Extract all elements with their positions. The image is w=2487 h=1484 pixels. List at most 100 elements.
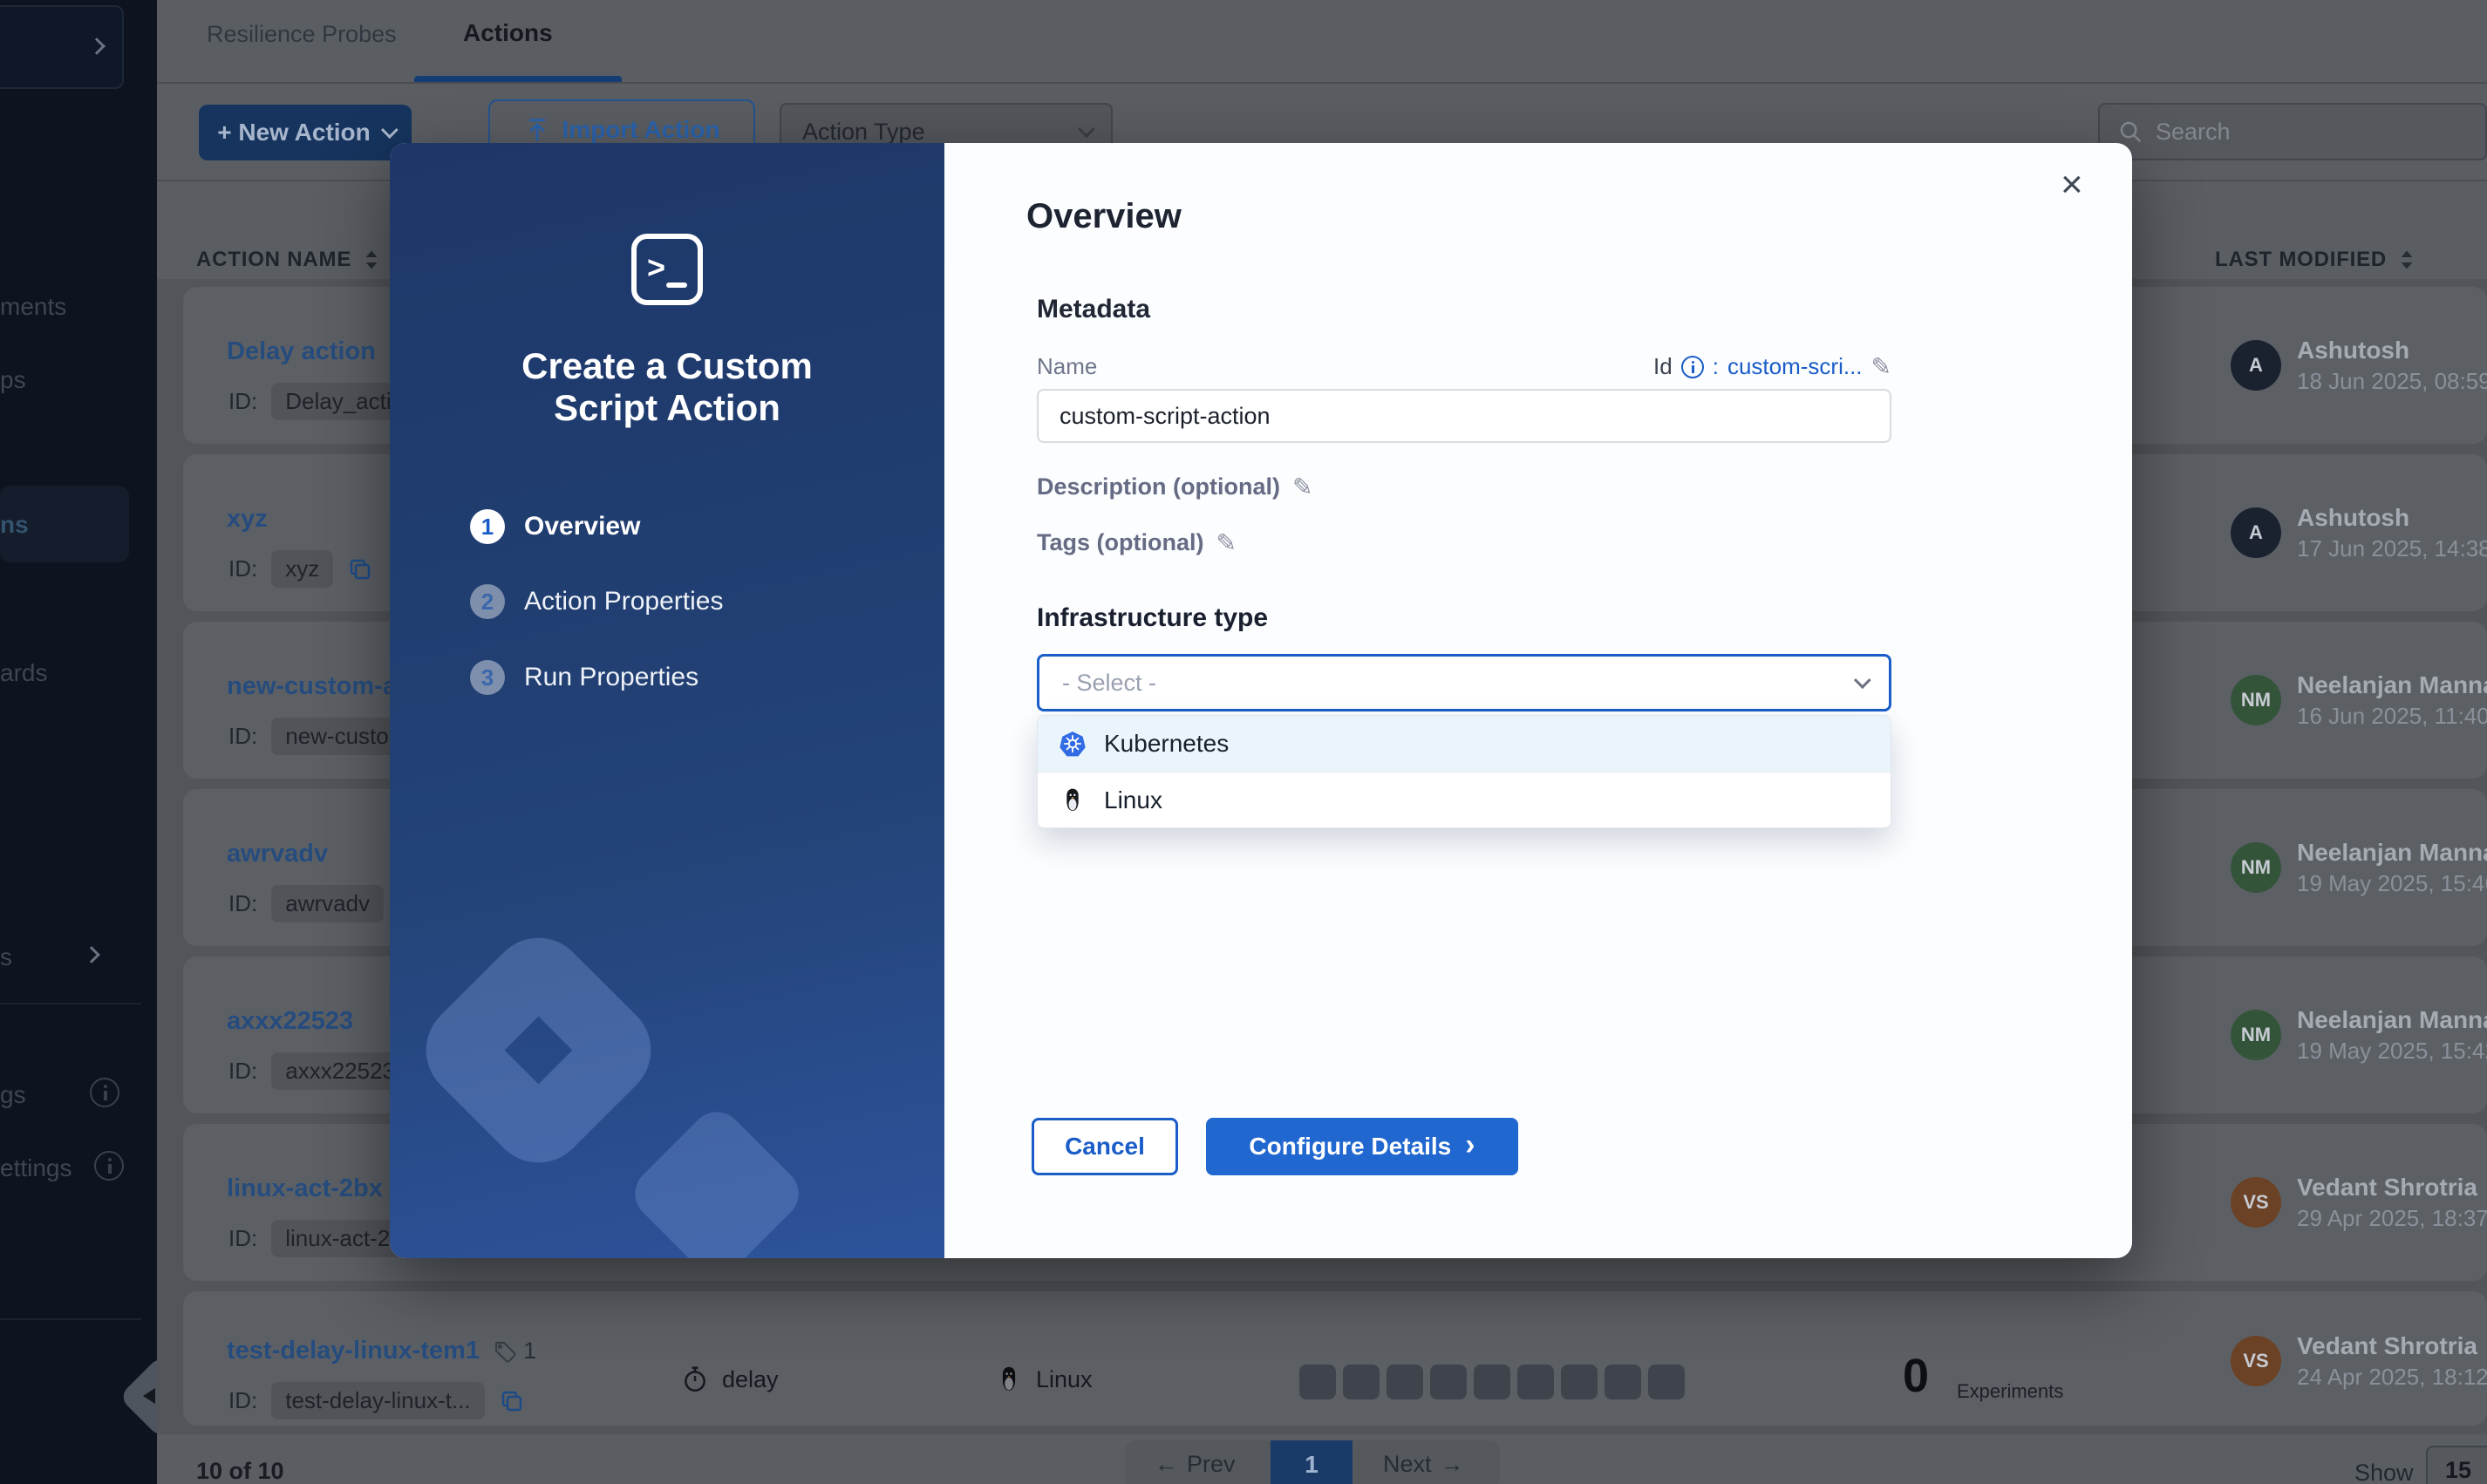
sidebar-item-flags[interactable]: gs [0, 1081, 26, 1109]
option-linux[interactable]: Linux [1038, 772, 1891, 827]
modified-date: 19 May 2025, 15:42 [2297, 1038, 2487, 1065]
action-name-link[interactable]: xyz [227, 505, 268, 534]
action-name-link[interactable]: linux-act-2bx [227, 1174, 383, 1203]
avatar: VS [2231, 1336, 2281, 1386]
search-box [2098, 103, 2487, 160]
id-value-link[interactable]: custom-scri... [1727, 353, 1863, 380]
id-pill: xyz [271, 550, 333, 588]
last-modified-cell: VS Vedant Shrotria 29 Apr 2025, 18:37 [2231, 1167, 2487, 1237]
edit-tags-pencil-icon[interactable]: ✎ [1216, 528, 1236, 557]
new-action-button[interactable]: + New Action [199, 105, 412, 160]
sort-icon[interactable] [364, 249, 379, 270]
description-label: Description (optional) [1037, 473, 1280, 500]
close-icon[interactable]: × [2061, 166, 2083, 204]
tag-count: 1 [492, 1338, 536, 1365]
chevron-right-icon [83, 946, 100, 963]
copy-icon[interactable] [347, 556, 373, 582]
id-label: Id [1653, 353, 1673, 380]
column-header-action-name[interactable]: ACTION NAME [196, 248, 379, 272]
action-name-link[interactable]: axxx22523 [227, 1007, 353, 1036]
experiments-label: Experiments [1957, 1380, 2063, 1403]
last-modified-cell: A Ashutosh 17 Jun 2025, 14:38 [2231, 498, 2487, 568]
author-name: Vedant Shrotria [2297, 1174, 2487, 1201]
search-icon [2117, 119, 2143, 145]
id-pill: axxx22523 [271, 1052, 409, 1090]
id-separator: : [1713, 353, 1719, 380]
action-name-link[interactable]: awrvadv [227, 840, 328, 868]
avatar: NM [2231, 1010, 2281, 1060]
chevron-down-icon [381, 121, 399, 139]
page-size-select[interactable]: 15 [2426, 1446, 2487, 1484]
last-modified-cell: NM Neelanjan Manna 19 May 2025, 15:46 [2231, 833, 2487, 902]
step-overview[interactable]: 1 Overview [470, 509, 640, 544]
id-pill: awrvadv [271, 885, 384, 922]
author-name: Ashutosh [2297, 337, 2487, 364]
id-label: ID: [228, 555, 257, 582]
table-row[interactable]: test-delay-linux-tem1 1 ID:test-delay-li… [183, 1291, 2487, 1426]
info-icon[interactable] [1681, 356, 1704, 378]
action-name-link[interactable]: Delay action [227, 337, 376, 366]
infrastructure-type-select[interactable]: - Select - [1037, 654, 1891, 711]
action-name-link[interactable]: new-custom-a [227, 672, 397, 701]
sidebar-item-settings[interactable]: ettings [0, 1154, 72, 1182]
new-action-label: + New Action [217, 119, 371, 146]
pagination: ← Prev 1 Next → [1125, 1440, 1500, 1484]
sidebar-item-hubs[interactable]: ps [0, 366, 26, 394]
sidebar-item-actions-label[interactable]: ns [0, 511, 29, 539]
action-name-input[interactable] [1037, 389, 1891, 443]
search-input[interactable] [2156, 119, 2435, 146]
modified-date: 17 Jun 2025, 14:38 [2297, 535, 2487, 562]
sidebar-item-dashboards[interactable]: ards [0, 659, 47, 687]
next-page-button[interactable]: Next → [1383, 1451, 1464, 1478]
step-number: 2 [470, 584, 505, 619]
configure-details-label: Configure Details [1249, 1133, 1451, 1161]
tab-resilience-probes[interactable]: Resilience Probes [207, 21, 397, 48]
action-type-value: delay [722, 1366, 779, 1393]
infrastructure-cell: Linux [994, 1365, 1093, 1394]
name-label: Name [1037, 353, 1097, 380]
sort-icon[interactable] [2399, 249, 2415, 270]
avatar: VS [2231, 1177, 2281, 1228]
select-placeholder: - Select - [1062, 670, 1156, 697]
configure-details-button[interactable]: Configure Details › [1206, 1118, 1518, 1175]
action-type-cell: delay [680, 1365, 779, 1394]
sidebar-divider [0, 1318, 141, 1320]
id-label: ID: [228, 1387, 257, 1414]
option-label: Kubernetes [1104, 730, 1229, 758]
last-modified-header-label: LAST MODIFIED [2215, 248, 2387, 272]
tags-row: Tags (optional) ✎ [1037, 528, 1237, 557]
step-number: 1 [470, 509, 505, 544]
linux-penguin-icon [994, 1365, 1024, 1394]
info-icon [94, 1151, 124, 1181]
copy-icon[interactable] [499, 1388, 525, 1414]
avatar: A [2231, 340, 2281, 391]
option-kubernetes[interactable]: Kubernetes [1038, 716, 1891, 772]
infrastructure-value: Linux [1036, 1366, 1093, 1393]
avatar: A [2231, 507, 2281, 558]
modal-heading: Overview [1026, 197, 1182, 236]
page-size-label: Show [2354, 1460, 2414, 1484]
column-header-last-modified[interactable]: LAST MODIFIED [2215, 248, 2415, 272]
cancel-button[interactable]: Cancel [1032, 1118, 1178, 1175]
sidebar-item-expandable[interactable]: s [0, 943, 12, 971]
skeleton-placeholders [1299, 1365, 1685, 1399]
step-action-properties[interactable]: 2 Action Properties [470, 584, 723, 619]
logo-watermark [405, 917, 671, 1182]
edit-description-pencil-icon[interactable]: ✎ [1292, 473, 1312, 501]
action-name-header-label: ACTION NAME [196, 248, 351, 272]
action-name-link[interactable]: test-delay-linux-tem1 1 [227, 1337, 536, 1365]
tab-actions[interactable]: Actions [463, 19, 553, 47]
terminal-icon: > [631, 234, 703, 305]
project-selector[interactable] [0, 5, 124, 89]
current-page-button[interactable]: 1 [1271, 1440, 1353, 1484]
timer-icon [680, 1365, 710, 1394]
step-run-properties[interactable]: 3 Run Properties [470, 660, 698, 695]
linux-penguin-icon [1059, 786, 1087, 814]
prev-page-button[interactable]: ← Prev [1155, 1451, 1236, 1478]
step-label: Run Properties [524, 663, 698, 692]
last-modified-cell: NM Neelanjan Manna 19 May 2025, 15:42 [2231, 1000, 2487, 1070]
tags-label: Tags (optional) [1037, 529, 1203, 556]
sidebar-item-experiments[interactable]: ments [0, 293, 66, 321]
edit-id-pencil-icon[interactable]: ✎ [1871, 352, 1891, 381]
kubernetes-icon [1059, 730, 1087, 758]
